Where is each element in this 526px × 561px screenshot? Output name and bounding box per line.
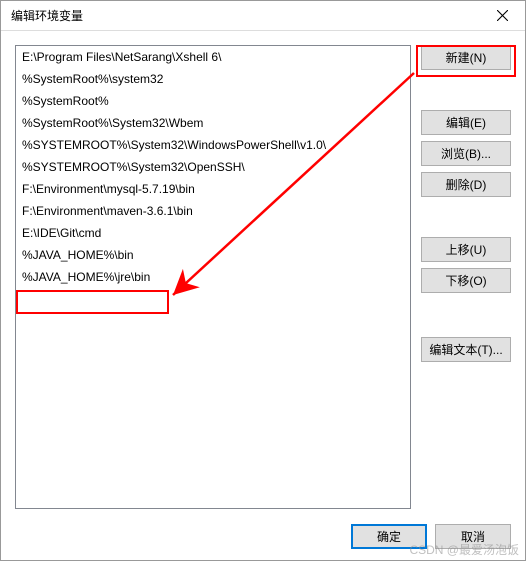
ok-button[interactable]: 确定 xyxy=(351,524,427,549)
list-item[interactable]: E:\Program Files\NetSarang\Xshell 6\ xyxy=(16,46,410,68)
window-title: 编辑环境变量 xyxy=(11,7,83,24)
list-item[interactable]: %SYSTEMROOT%\System32\WindowsPowerShell\… xyxy=(16,134,410,156)
cancel-button[interactable]: 取消 xyxy=(435,524,511,549)
list-item[interactable]: %JAVA_HOME%\bin xyxy=(16,244,410,266)
move-down-button[interactable]: 下移(O) xyxy=(421,268,511,293)
list-item[interactable]: %JAVA_HOME%\jre\bin xyxy=(16,266,410,288)
list-item[interactable]: F:\Environment\maven-3.6.1\bin xyxy=(16,200,410,222)
new-button[interactable]: 新建(N) xyxy=(421,45,511,70)
list-item[interactable]: %SystemRoot%\System32\Wbem xyxy=(16,112,410,134)
close-button[interactable] xyxy=(480,1,525,31)
list-item[interactable]: F:\Environment\mysql-5.7.19\bin xyxy=(16,178,410,200)
edit-button[interactable]: 编辑(E) xyxy=(421,110,511,135)
list-item[interactable]: %SystemRoot%\system32 xyxy=(16,68,410,90)
list-item[interactable]: E:\IDE\Git\cmd xyxy=(16,222,410,244)
spacer xyxy=(421,76,511,104)
edit-text-button[interactable]: 编辑文本(T)... xyxy=(421,337,511,362)
spacer xyxy=(421,203,511,231)
button-column: 新建(N) 编辑(E) 浏览(B)... 删除(D) 上移(U) 下移(O) 编… xyxy=(421,45,511,509)
title-bar: 编辑环境变量 xyxy=(1,1,525,31)
dialog-body: E:\Program Files\NetSarang\Xshell 6\ %Sy… xyxy=(1,31,525,509)
spacer xyxy=(421,299,511,331)
list-item[interactable]: %SYSTEMROOT%\System32\OpenSSH\ xyxy=(16,156,410,178)
browse-button[interactable]: 浏览(B)... xyxy=(421,141,511,166)
close-icon xyxy=(497,10,508,21)
move-up-button[interactable]: 上移(U) xyxy=(421,237,511,262)
list-item[interactable]: %SystemRoot% xyxy=(16,90,410,112)
dialog-footer: 确定 取消 xyxy=(1,512,525,560)
delete-button[interactable]: 删除(D) xyxy=(421,172,511,197)
path-listbox[interactable]: E:\Program Files\NetSarang\Xshell 6\ %Sy… xyxy=(15,45,411,509)
